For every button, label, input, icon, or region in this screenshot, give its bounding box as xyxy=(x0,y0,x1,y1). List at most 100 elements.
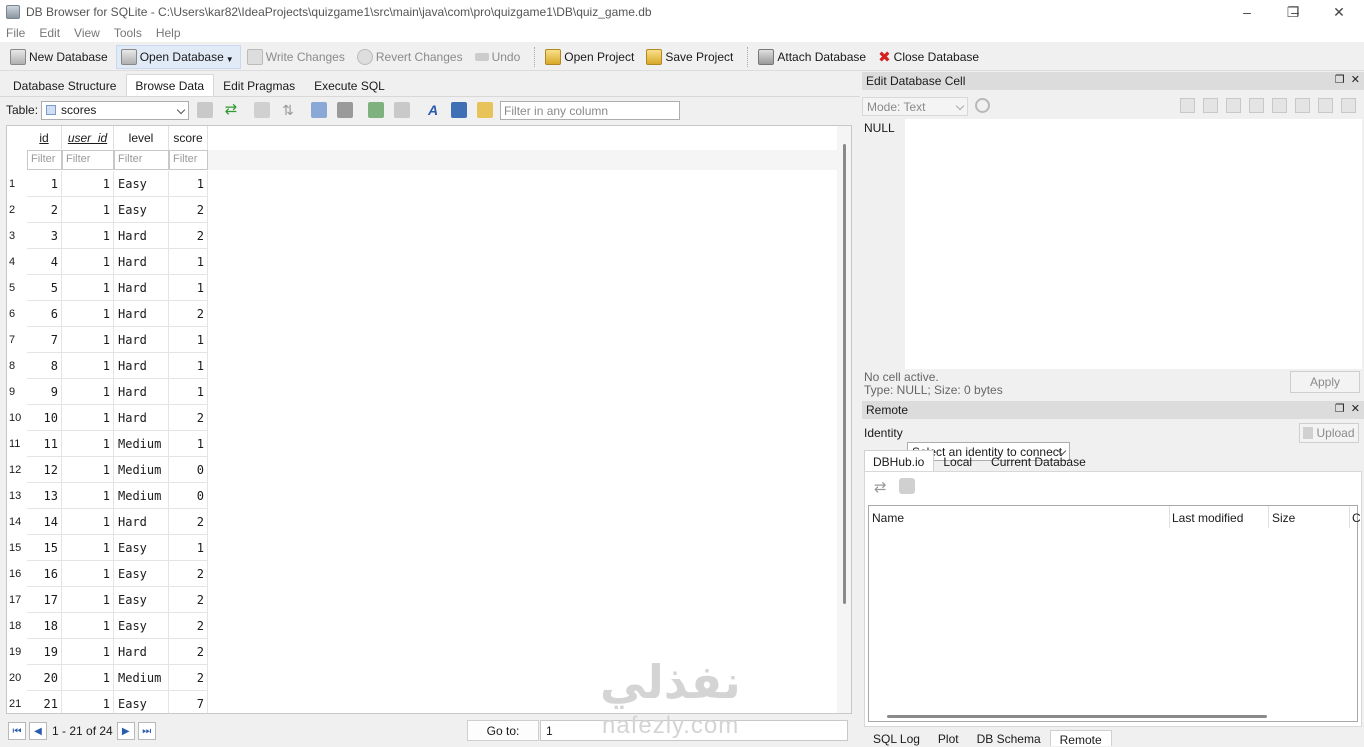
column-header-size[interactable]: Size xyxy=(1272,511,1295,525)
row-number[interactable]: 14 xyxy=(7,516,27,528)
row-number[interactable]: 12 xyxy=(7,464,27,476)
cell-score[interactable]: 2 xyxy=(169,197,208,223)
set-null-icon[interactable] xyxy=(1272,98,1287,113)
cell-level[interactable]: Hard xyxy=(114,639,169,665)
tab-database-structure[interactable]: Database Structure xyxy=(4,74,126,95)
row-number[interactable]: 13 xyxy=(7,490,27,502)
menu-tools[interactable]: Tools xyxy=(108,26,150,40)
cell-user-id[interactable]: 1 xyxy=(62,509,114,535)
cell-id[interactable]: 10 xyxy=(27,405,62,431)
cell-id[interactable]: 18 xyxy=(27,613,62,639)
cell-user-id[interactable]: 1 xyxy=(62,171,114,197)
column-header-last-modified[interactable]: Last modified xyxy=(1172,511,1243,525)
cell-score[interactable]: 2 xyxy=(169,587,208,613)
font-icon[interactable]: A xyxy=(425,102,441,118)
row-number[interactable]: 11 xyxy=(7,438,27,450)
cell-user-id[interactable]: 1 xyxy=(62,327,114,353)
cell-user-id[interactable]: 1 xyxy=(62,665,114,691)
cell-level[interactable]: Easy xyxy=(114,197,169,223)
row-number[interactable]: 18 xyxy=(7,620,27,632)
cell-score[interactable]: 1 xyxy=(169,327,208,353)
cell-id[interactable]: 1 xyxy=(27,171,62,197)
cell-score[interactable]: 2 xyxy=(169,509,208,535)
column-header-level[interactable]: level xyxy=(114,126,169,150)
cell-score[interactable]: 1 xyxy=(169,353,208,379)
horizontal-scrollbar-thumb[interactable] xyxy=(887,715,1267,718)
cell-score[interactable]: 2 xyxy=(169,613,208,639)
cell-editor[interactable] xyxy=(905,119,1362,369)
row-number[interactable]: 17 xyxy=(7,594,27,606)
cell-score[interactable]: 0 xyxy=(169,483,208,509)
cell-level[interactable]: Hard xyxy=(114,223,169,249)
cell-score[interactable]: 1 xyxy=(169,275,208,301)
tab-db-schema[interactable]: DB Schema xyxy=(968,730,1050,746)
cell-score[interactable]: 7 xyxy=(169,691,208,713)
cell-level[interactable]: Hard xyxy=(114,249,169,275)
cell-user-id[interactable]: 1 xyxy=(62,691,114,713)
tab-plot[interactable]: Plot xyxy=(929,730,968,746)
cell-score[interactable]: 1 xyxy=(169,249,208,275)
cell-level[interactable]: Hard xyxy=(114,353,169,379)
close-window-button[interactable]: ✕ xyxy=(1316,0,1362,24)
tab-current-database[interactable]: Current Database xyxy=(982,450,1096,471)
cell-level[interactable]: Medium xyxy=(114,483,169,509)
close-database-button[interactable]: ✖ Close Database xyxy=(874,45,985,69)
cell-level[interactable]: Easy xyxy=(114,171,169,197)
row-number[interactable]: 16 xyxy=(7,568,27,580)
cell-id[interactable]: 2 xyxy=(27,197,62,223)
cell-user-id[interactable]: 1 xyxy=(62,457,114,483)
row-number[interactable]: 8 xyxy=(7,360,27,372)
row-number[interactable]: 10 xyxy=(7,412,27,424)
cell-id[interactable]: 16 xyxy=(27,561,62,587)
tab-dbhub[interactable]: DBHub.io xyxy=(864,450,935,472)
cell-id[interactable]: 20 xyxy=(27,665,62,691)
tab-sql-log[interactable]: SQL Log xyxy=(864,730,929,746)
cell-level[interactable]: Medium xyxy=(114,457,169,483)
cell-level[interactable]: Easy xyxy=(114,561,169,587)
goto-button[interactable]: Go to: xyxy=(467,720,539,741)
cell-id[interactable]: 4 xyxy=(27,249,62,275)
open-project-button[interactable]: Open Project xyxy=(541,45,640,69)
first-record-button[interactable]: ⏮ xyxy=(8,722,26,740)
cell-user-id[interactable]: 1 xyxy=(62,431,114,457)
row-number[interactable]: 9 xyxy=(7,386,27,398)
cell-id[interactable]: 5 xyxy=(27,275,62,301)
menu-help[interactable]: Help xyxy=(150,26,189,40)
cell-level[interactable]: Hard xyxy=(114,301,169,327)
mode-select[interactable]: Mode: Text xyxy=(862,97,968,116)
filter-any-column-input[interactable]: Filter in any column xyxy=(500,100,681,120)
cell-level[interactable]: Easy xyxy=(114,587,169,613)
scrollbar-thumb[interactable] xyxy=(843,144,846,604)
cell-user-id[interactable]: 1 xyxy=(62,561,114,587)
column-header-id[interactable]: id xyxy=(27,126,62,150)
save-table-icon[interactable] xyxy=(311,102,328,118)
cell-level[interactable]: Hard xyxy=(114,405,169,431)
cell-score[interactable]: 2 xyxy=(169,639,208,665)
menu-edit[interactable]: Edit xyxy=(33,26,68,40)
menu-file[interactable]: File xyxy=(0,26,33,40)
previous-record-button[interactable]: ◀ xyxy=(29,722,47,740)
cell-level[interactable]: Hard xyxy=(114,379,169,405)
save-filter-icon[interactable] xyxy=(197,102,214,118)
settings-gear-icon[interactable] xyxy=(975,98,990,113)
cell-level[interactable]: Hard xyxy=(114,275,169,301)
column-header-score[interactable]: score xyxy=(169,126,208,150)
filter-level-input[interactable]: Filter xyxy=(114,150,169,170)
cell-level[interactable]: Easy xyxy=(114,535,169,561)
cell-id[interactable]: 21 xyxy=(27,691,62,713)
cell-level[interactable]: Hard xyxy=(114,509,169,535)
delete-record-icon[interactable] xyxy=(394,102,411,118)
filter-user-id-input[interactable]: Filter xyxy=(62,150,114,170)
row-number[interactable]: 3 xyxy=(7,230,27,242)
external-edit-icon[interactable] xyxy=(1318,98,1333,113)
row-number[interactable]: 7 xyxy=(7,334,27,346)
cell-user-id[interactable]: 1 xyxy=(62,275,114,301)
filter-score-input[interactable]: Filter xyxy=(169,150,208,170)
row-number[interactable]: 20 xyxy=(7,672,27,684)
row-number[interactable]: 1 xyxy=(7,178,27,190)
next-record-button[interactable]: ▶ xyxy=(116,722,135,740)
cell-score[interactable]: 1 xyxy=(169,431,208,457)
cell-id[interactable]: 8 xyxy=(27,353,62,379)
tab-execute-sql[interactable]: Execute SQL xyxy=(305,74,395,95)
cell-user-id[interactable]: 1 xyxy=(62,379,114,405)
